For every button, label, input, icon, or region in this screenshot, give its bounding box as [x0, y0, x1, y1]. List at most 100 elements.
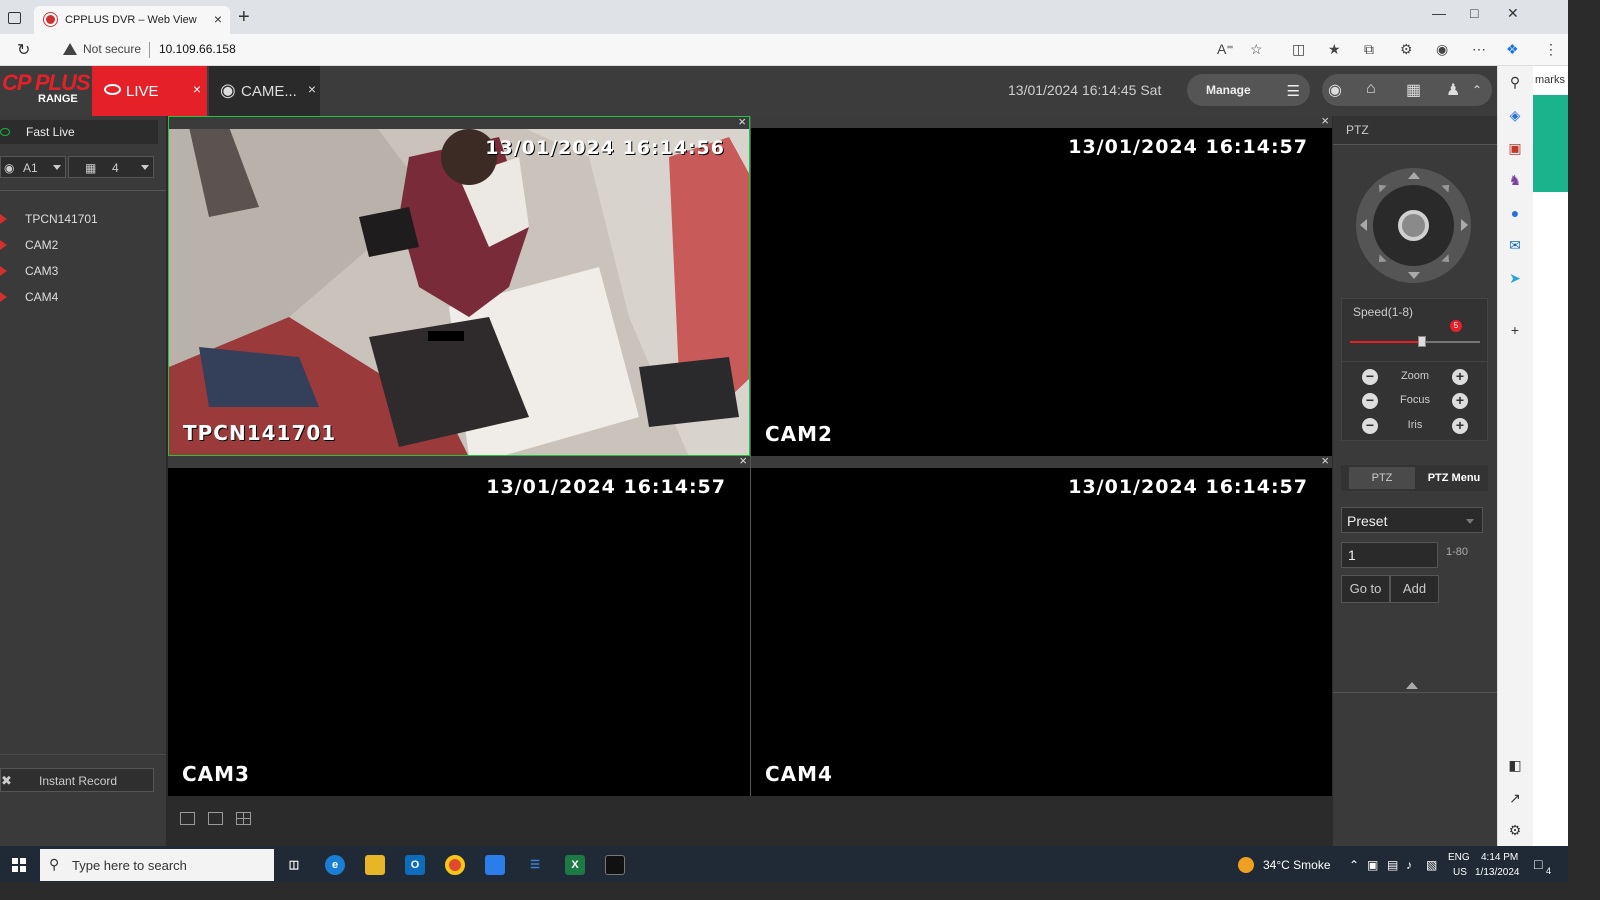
video-tile[interactable]: × 13/01/2024 16:14:57 CAM4 — [750, 456, 1332, 796]
weather-text[interactable]: 34°C Smoke — [1263, 858, 1331, 872]
more-menu-icon[interactable]: ⋯ — [1472, 41, 1486, 58]
url-field[interactable]: 10.109.66.158 — [159, 42, 236, 56]
goto-preset-button[interactable]: Go to — [1341, 575, 1390, 603]
taskbar-search-box[interactable]: ⚲ Type here to search — [40, 849, 274, 881]
video-tile[interactable]: × 13/01/2024 16:14:57 CAM3 — [168, 456, 750, 796]
external-link-icon[interactable]: ↗ — [1505, 788, 1525, 808]
camera-list-item[interactable]: CAM4 — [0, 286, 158, 308]
favorites-icon[interactable]: ★ — [1328, 41, 1341, 58]
split-screen-icon[interactable]: ◫ — [1292, 41, 1305, 58]
network-app-icon[interactable]: ☰ — [525, 855, 545, 875]
fullscreen-icon[interactable] — [180, 812, 195, 825]
preset-select[interactable]: Preset — [1341, 507, 1483, 533]
language-indicator[interactable]: ENG — [1448, 852, 1470, 863]
notification-icon[interactable]: □ — [1534, 856, 1542, 872]
layout-grid-icon[interactable]: ▦ — [1406, 80, 1421, 100]
close-tile-button[interactable]: × — [1321, 456, 1329, 468]
browser-tab[interactable]: CPPLUS DVR – Web View × — [34, 6, 230, 34]
home-icon[interactable]: ⌂ — [1366, 80, 1376, 98]
warning-icon[interactable] — [63, 43, 77, 55]
arrow-left-icon[interactable] — [1360, 219, 1367, 231]
excel-icon[interactable]: X — [565, 855, 585, 875]
battery-icon[interactable]: ▧ — [1426, 858, 1437, 872]
outlook-app-icon[interactable]: O — [405, 855, 425, 875]
layout-select[interactable]: ▦ 4 — [68, 156, 154, 178]
camera-list-label: CAM3 — [25, 264, 59, 278]
tab-camera[interactable]: ◉ CAME... × — [209, 66, 320, 116]
tab-ptz[interactable]: PTZ — [1349, 467, 1415, 489]
tab-actions-icon[interactable] — [8, 12, 21, 24]
outlook-icon[interactable]: ✉ — [1505, 235, 1525, 255]
office-icon[interactable]: ● — [1505, 203, 1525, 223]
preset-number-input[interactable] — [1341, 542, 1438, 568]
video-tile[interactable]: × 13/01/2024 16:14:56 TPCN141701 — [168, 116, 750, 456]
not-secure-label[interactable]: Not secure — [83, 42, 141, 56]
task-view-icon[interactable]: ◫ — [284, 855, 304, 875]
volume-icon[interactable]: ♪ — [1406, 858, 1412, 872]
read-aloud-icon[interactable]: A⁼ — [1217, 41, 1234, 58]
video-tile[interactable]: × 13/01/2024 16:14:57 CAM2 — [750, 116, 1332, 456]
terminal-icon[interactable] — [605, 855, 625, 875]
close-tab-button[interactable]: × — [214, 11, 222, 27]
send-icon[interactable]: ➤ — [1505, 268, 1525, 288]
windows-start-icon[interactable] — [12, 858, 26, 872]
new-tab-button[interactable]: + — [238, 6, 250, 29]
settings-gear-icon[interactable]: ⚙ — [1505, 820, 1525, 840]
close-tile-button[interactable]: × — [1321, 116, 1329, 128]
fast-live-button[interactable]: Fast Live — [0, 120, 158, 144]
ptz-auto-scan-button[interactable] — [1398, 210, 1429, 241]
tray-app-icon[interactable]: ▣ — [1367, 858, 1378, 872]
hide-sidebar-icon[interactable]: ◧ — [1505, 755, 1525, 775]
extensions-icon[interactable]: ⚙ — [1400, 41, 1413, 58]
live-view-eye-icon[interactable]: ◉ — [1328, 80, 1342, 100]
file-explorer-icon[interactable] — [365, 855, 385, 875]
copilot-icon[interactable]: ❖ — [1506, 41, 1519, 58]
sidebar-more-icon[interactable]: ⋮ — [1544, 41, 1558, 58]
channel-select[interactable]: ◉ A1 — [0, 156, 66, 178]
games-icon[interactable]: ♞ — [1505, 170, 1525, 190]
taskbar-time[interactable]: 4:14 PM — [1481, 852, 1518, 863]
browser-essentials-icon[interactable]: ◉ — [1436, 41, 1448, 58]
collections-icon[interactable]: ⧉ — [1364, 41, 1374, 58]
manage-button[interactable]: Manage ☰ — [1187, 74, 1310, 106]
user-icon[interactable]: ♟ — [1446, 80, 1460, 100]
close-camera-tab-button[interactable]: × — [308, 81, 316, 97]
arrow-up-icon[interactable] — [1408, 172, 1420, 179]
minimize-icon[interactable]: — — [1432, 5, 1446, 21]
arrow-right-icon[interactable] — [1461, 219, 1468, 231]
tab-live[interactable]: LIVE × — [92, 66, 207, 116]
maximize-icon[interactable]: □ — [1470, 5, 1478, 21]
search-icon[interactable]: ⚲ — [1505, 72, 1525, 92]
instant-record-button[interactable]: ✖ Instant Record — [0, 768, 154, 792]
camera-list-item[interactable]: TPCN141701 — [0, 208, 158, 230]
app-window-icon[interactable] — [485, 855, 505, 875]
collapse-panel-icon[interactable] — [1406, 682, 1418, 689]
close-live-tab-button[interactable]: × — [193, 81, 201, 97]
reload-icon[interactable]: ↻ — [17, 40, 30, 60]
favorite-star-icon[interactable]: ☆ — [1250, 41, 1263, 58]
camera-list-item[interactable]: CAM2 — [0, 234, 158, 256]
camera-list-item[interactable]: CAM3 — [0, 260, 158, 282]
close-window-icon[interactable]: ✕ — [1507, 5, 1519, 22]
close-tile-button[interactable]: × — [738, 117, 746, 129]
tools-icon[interactable]: ▣ — [1505, 138, 1525, 158]
arrow-down-icon[interactable] — [1408, 272, 1420, 279]
chevron-up-icon[interactable]: ⌃ — [1472, 83, 1482, 97]
single-view-icon[interactable] — [208, 812, 223, 825]
add-preset-button[interactable]: Add — [1390, 575, 1439, 603]
tray-chevron-up-icon[interactable]: ⌃ — [1349, 858, 1359, 872]
chrome-icon[interactable] — [445, 855, 465, 875]
zoom-in-button[interactable]: + — [1452, 369, 1468, 385]
network-icon[interactable]: ▤ — [1387, 858, 1398, 872]
focus-far-button[interactable]: + — [1452, 393, 1468, 409]
shopping-icon[interactable]: ◈ — [1505, 105, 1525, 125]
add-sidebar-app-icon[interactable]: + — [1505, 320, 1525, 340]
quad-view-icon[interactable] — [236, 812, 251, 825]
tab-ptz-menu[interactable]: PTZ Menu — [1420, 467, 1488, 489]
taskbar-date[interactable]: 1/13/2024 — [1475, 867, 1520, 878]
close-tile-button[interactable]: × — [739, 456, 747, 468]
keyboard-layout-indicator[interactable]: US — [1453, 867, 1467, 878]
iris-open-button[interactable]: + — [1452, 418, 1468, 434]
speed-slider-handle[interactable] — [1418, 336, 1426, 347]
edge-browser-icon[interactable]: e — [325, 855, 345, 875]
